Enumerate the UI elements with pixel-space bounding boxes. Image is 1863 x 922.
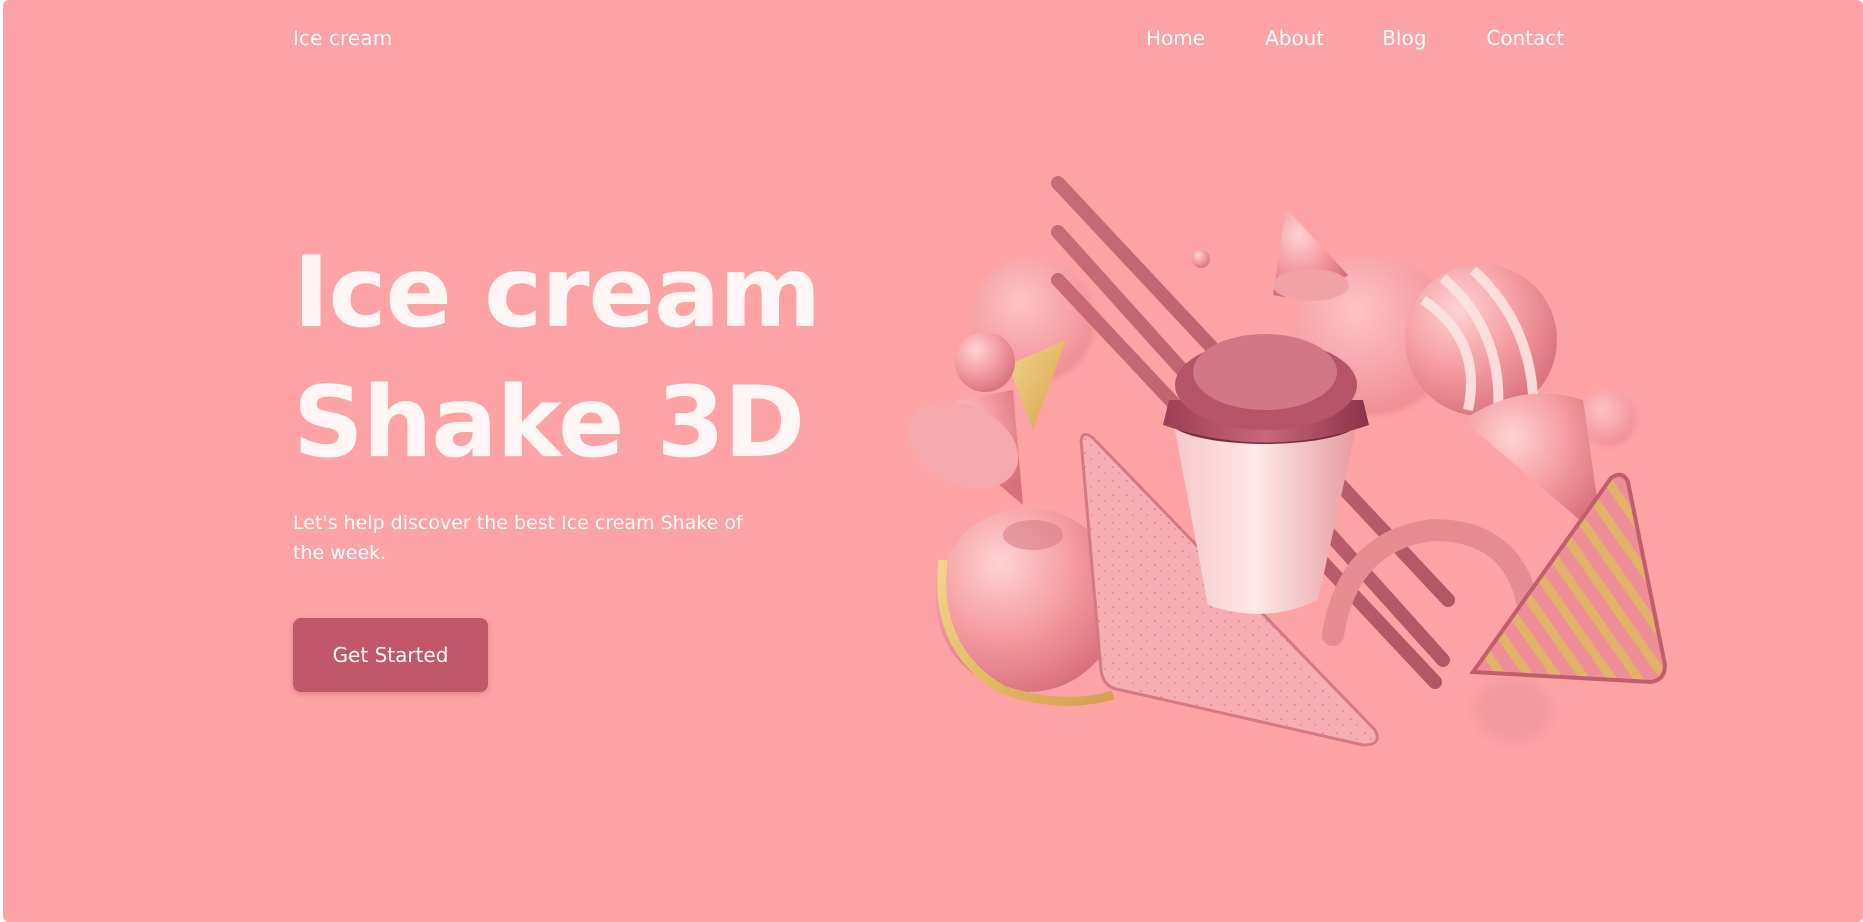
cup-lid-shape [1163, 400, 1369, 443]
cup-lid-rim-shape [1169, 396, 1361, 444]
hero-subtitle: Let's help discover the best Ice cream S… [293, 512, 743, 564]
large-sphere-shape [936, 508, 1120, 692]
hero-title: Ice cream Shake 3D [293, 228, 821, 488]
blurred-sphere-shape [971, 258, 1095, 382]
blurred-shadow-shape [1475, 678, 1551, 742]
sprinkle-triangle-shape [1079, 433, 1379, 747]
nav-contact-link[interactable]: Contact [1486, 26, 1564, 50]
sphere-stripes [1420, 266, 1538, 413]
gold-ring-shape [937, 559, 1115, 706]
cone-base-shape [1273, 269, 1349, 301]
cone-shape [1463, 393, 1603, 540]
gold-cone-shape [1008, 340, 1066, 430]
cone-shape [911, 390, 1023, 505]
nav-blog-link[interactable]: Blog [1382, 26, 1426, 50]
cone-base-shape [907, 401, 1019, 489]
cup-lid-top-shape [1175, 340, 1357, 430]
sphere-shape [955, 332, 1015, 392]
get-started-button[interactable]: Get Started [293, 618, 488, 692]
cup-body-shape [1173, 420, 1358, 614]
cone-shape [1273, 208, 1348, 298]
nav-about-link[interactable]: About [1265, 26, 1324, 50]
blurred-sphere-shape [1580, 390, 1636, 446]
hero-title-line-2: Shake 3D [293, 366, 805, 480]
brand-logo-link[interactable]: Ice cream [293, 26, 392, 50]
arch-shape [1322, 518, 1539, 646]
sphere-dimple-shape [1003, 520, 1063, 550]
blurred-sphere-shape [1293, 255, 1453, 415]
landing-page: Ice cream Home About Blog Contact Ice cr… [3, 0, 1863, 922]
nav-home-link[interactable]: Home [1146, 26, 1205, 50]
main-nav: Home About Blog Contact [1146, 26, 1564, 50]
gold-striped-triangle-shape [1469, 472, 1668, 685]
cup-lid-inner-shape [1193, 334, 1337, 410]
ice-cream-shake-3d-illustration [907, 176, 1668, 747]
hero-title-line-1: Ice cream [293, 236, 821, 350]
straws-group [1051, 176, 1455, 689]
small-sphere-shape [1192, 250, 1210, 268]
striped-sphere-shape [1405, 264, 1557, 416]
